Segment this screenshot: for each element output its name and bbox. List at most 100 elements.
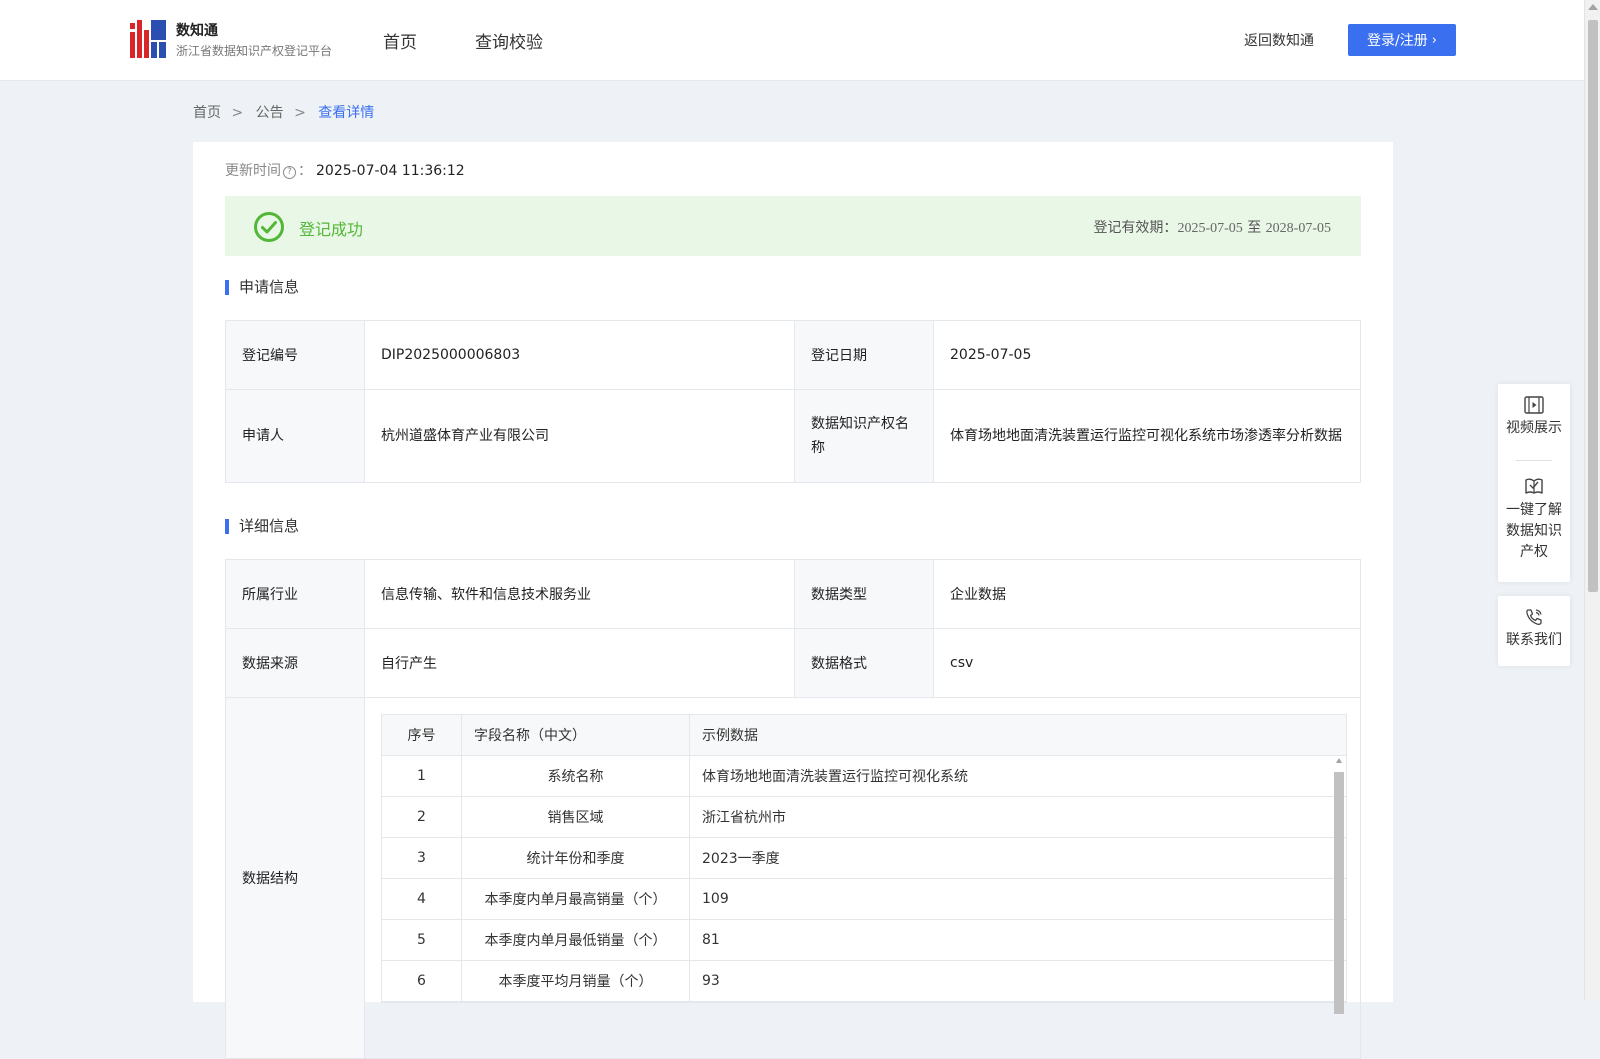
cell-field-name: 销售区域: [462, 797, 690, 837]
page-scrollbar[interactable]: [1584, 0, 1600, 1000]
breadcrumb: 首页 > 公告 > 查看详情: [193, 102, 380, 122]
cell-index: 3: [382, 838, 462, 878]
breadcrumb-current: 查看详情: [318, 105, 375, 121]
structure-table: 序号 字段名称（中文） 示例数据 1 系统名称 体育场地地面清洗装置运行监控可视…: [381, 714, 1347, 1014]
update-time-label: 更新时间: [225, 163, 281, 179]
update-time-row: 更新时间?： 2025-07-04 11:36:12: [225, 160, 465, 180]
status-banner: 登记成功 登记有效期：2025-07-05 至 2028-07-05: [225, 196, 1361, 256]
validity-label: 登记有效期：: [1093, 220, 1178, 236]
cell-sample: 浙江省杭州市: [702, 810, 786, 826]
table-row: 所属行业 信息传输、软件和信息技术服务业 数据类型 企业数据: [225, 559, 1361, 629]
breadcrumb-separator: >: [231, 105, 244, 121]
section-title-detail: 详细信息: [225, 519, 299, 534]
scroll-up-arrow-icon[interactable]: [1588, 4, 1598, 10]
cell-field-name: 本季度内单月最高销量（个）: [462, 879, 690, 919]
brand-subtitle: 浙江省数据知识产权登记平台: [176, 44, 333, 58]
detail-info-table: 所属行业 信息传输、软件和信息技术服务业 数据类型 企业数据 数据来源 自行产生…: [225, 559, 1361, 1059]
table-row: 5 本季度内单月最低销量（个） 81: [382, 920, 1346, 961]
video-showcase-label: 视频展示: [1506, 420, 1562, 436]
status-text: 登记成功: [299, 220, 364, 239]
validity-to-word: 至: [1247, 220, 1262, 236]
table-row: 申请人 杭州道盛体育产业有限公司 数据知识产权名称 体育场地地面清洗装置运行监控…: [225, 389, 1361, 483]
cell-index: 6: [382, 961, 462, 1001]
login-register-label: 登录/注册: [1367, 33, 1428, 49]
reg-date-value: 2025-07-05: [933, 320, 1361, 390]
table-row: 登记编号 DIP2025000006803 登记日期 2025-07-05: [225, 320, 1361, 390]
industry-value: 信息传输、软件和信息技术服务业: [364, 559, 795, 629]
structure-scrollbar-thumb[interactable]: [1334, 772, 1344, 1014]
update-time-colon: ：: [298, 163, 312, 179]
update-time-value: 2025-07-04 11:36:12: [316, 163, 465, 179]
float-panel: 视频展示 一键了解 数据知识 产权: [1498, 384, 1570, 582]
chevron-right-icon: ›: [1431, 32, 1437, 48]
scroll-up-arrow-icon[interactable]: [1336, 758, 1342, 763]
reg-no-value: DIP2025000006803: [364, 320, 795, 390]
platform-logo[interactable]: [130, 20, 166, 58]
industry-label: 所属行业: [225, 559, 365, 629]
col-header-index: 序号: [382, 715, 462, 755]
brand-title: 数知通: [176, 23, 218, 39]
cell-field-name: 本季度内单月最低销量（个）: [462, 920, 690, 960]
ip-name-label: 数据知识产权名称: [794, 389, 934, 483]
cell-index: 2: [382, 797, 462, 837]
data-structure-label: 数据结构: [225, 697, 365, 1059]
reg-no-label: 登记编号: [225, 320, 365, 390]
float-divider: [1516, 460, 1552, 461]
table-row: 2 销售区域 浙江省杭州市: [382, 797, 1346, 838]
apply-info-table: 登记编号 DIP2025000006803 登记日期 2025-07-05 申请…: [225, 320, 1361, 483]
video-icon: [1524, 396, 1544, 414]
learn-ip-button[interactable]: 一键了解 数据知识 产权: [1498, 476, 1570, 563]
learn-ip-label-line1: 一键了解: [1506, 502, 1562, 518]
table-row: 1 系统名称 体育场地地面清洗装置运行监控可视化系统: [382, 756, 1346, 797]
cell-sample: 体育场地地面清洗装置运行监控可视化系统: [702, 769, 968, 785]
breadcrumb-home[interactable]: 首页: [193, 105, 221, 121]
table-row: 数据来源 自行产生 数据格式 csv: [225, 628, 1361, 698]
data-source-label: 数据来源: [225, 628, 365, 698]
video-showcase-button[interactable]: 视频展示: [1498, 396, 1570, 439]
table-row: 6 本季度平均月销量（个） 93: [382, 961, 1346, 1002]
data-structure-cell: 序号 字段名称（中文） 示例数据 1 系统名称 体育场地地面清洗装置运行监控可视…: [364, 697, 1361, 1059]
page-scrollbar-thumb[interactable]: [1588, 20, 1598, 592]
check-circle-icon: [254, 212, 284, 242]
contact-us-label: 联系我们: [1506, 632, 1562, 648]
cell-index: 1: [382, 756, 462, 796]
learn-ip-label-line3: 产权: [1520, 544, 1548, 560]
data-source-value: 自行产生: [364, 628, 795, 698]
validity-to: 2028-07-05: [1265, 221, 1331, 236]
cell-field-name: 统计年份和季度: [462, 838, 690, 878]
applicant-label: 申请人: [225, 389, 365, 483]
breadcrumb-announcement[interactable]: 公告: [256, 105, 284, 121]
contact-panel: 联系我们: [1498, 596, 1570, 666]
contact-us-button[interactable]: 联系我们: [1498, 608, 1570, 651]
nav-query-verify[interactable]: 查询校验: [475, 28, 543, 53]
book-icon: [1525, 478, 1543, 494]
reg-date-label: 登记日期: [794, 320, 934, 390]
question-icon[interactable]: ?: [283, 166, 296, 179]
login-register-button[interactable]: 登录/注册 ›: [1348, 24, 1456, 56]
section-title-apply: 申请信息: [225, 280, 299, 295]
structure-wrapper: 序号 字段名称（中文） 示例数据 1 系统名称 体育场地地面清洗装置运行监控可视…: [381, 698, 1347, 1014]
structure-header-row: 序号 字段名称（中文） 示例数据: [382, 715, 1346, 756]
learn-ip-label-line2: 数据知识: [1506, 523, 1562, 539]
nav-home[interactable]: 首页: [383, 28, 417, 53]
cell-sample: 81: [702, 932, 720, 948]
structure-body[interactable]: 1 系统名称 体育场地地面清洗装置运行监控可视化系统 2 销售区域 浙江省杭州市…: [382, 756, 1346, 1014]
validity-period: 登记有效期：2025-07-05 至 2028-07-05: [1093, 217, 1331, 237]
breadcrumb-separator: >: [294, 105, 306, 121]
applicant-value: 杭州道盛体育产业有限公司: [364, 389, 795, 483]
top-header: 数知通 浙江省数据知识产权登记平台 首页 查询校验 返回数知通 登录/注册 ›: [0, 0, 1584, 81]
data-type-label: 数据类型: [794, 559, 934, 629]
validity-from: 2025-07-05: [1177, 221, 1243, 236]
table-row: 3 统计年份和季度 2023一季度: [382, 838, 1346, 879]
cell-sample: 2023一季度: [702, 851, 780, 867]
data-type-value: 企业数据: [933, 559, 1361, 629]
phone-icon: [1526, 609, 1542, 625]
cell-sample: 109: [702, 891, 729, 907]
detail-card: 更新时间?： 2025-07-04 11:36:12 登记成功 登记有效期：202…: [193, 142, 1393, 1059]
data-format-label: 数据格式: [794, 628, 934, 698]
return-link[interactable]: 返回数知通: [1244, 30, 1314, 50]
cell-sample: 93: [702, 973, 720, 989]
col-header-field-name: 字段名称（中文）: [462, 715, 690, 755]
structure-scrollbar[interactable]: [1334, 758, 1344, 1018]
cell-index: 4: [382, 879, 462, 919]
